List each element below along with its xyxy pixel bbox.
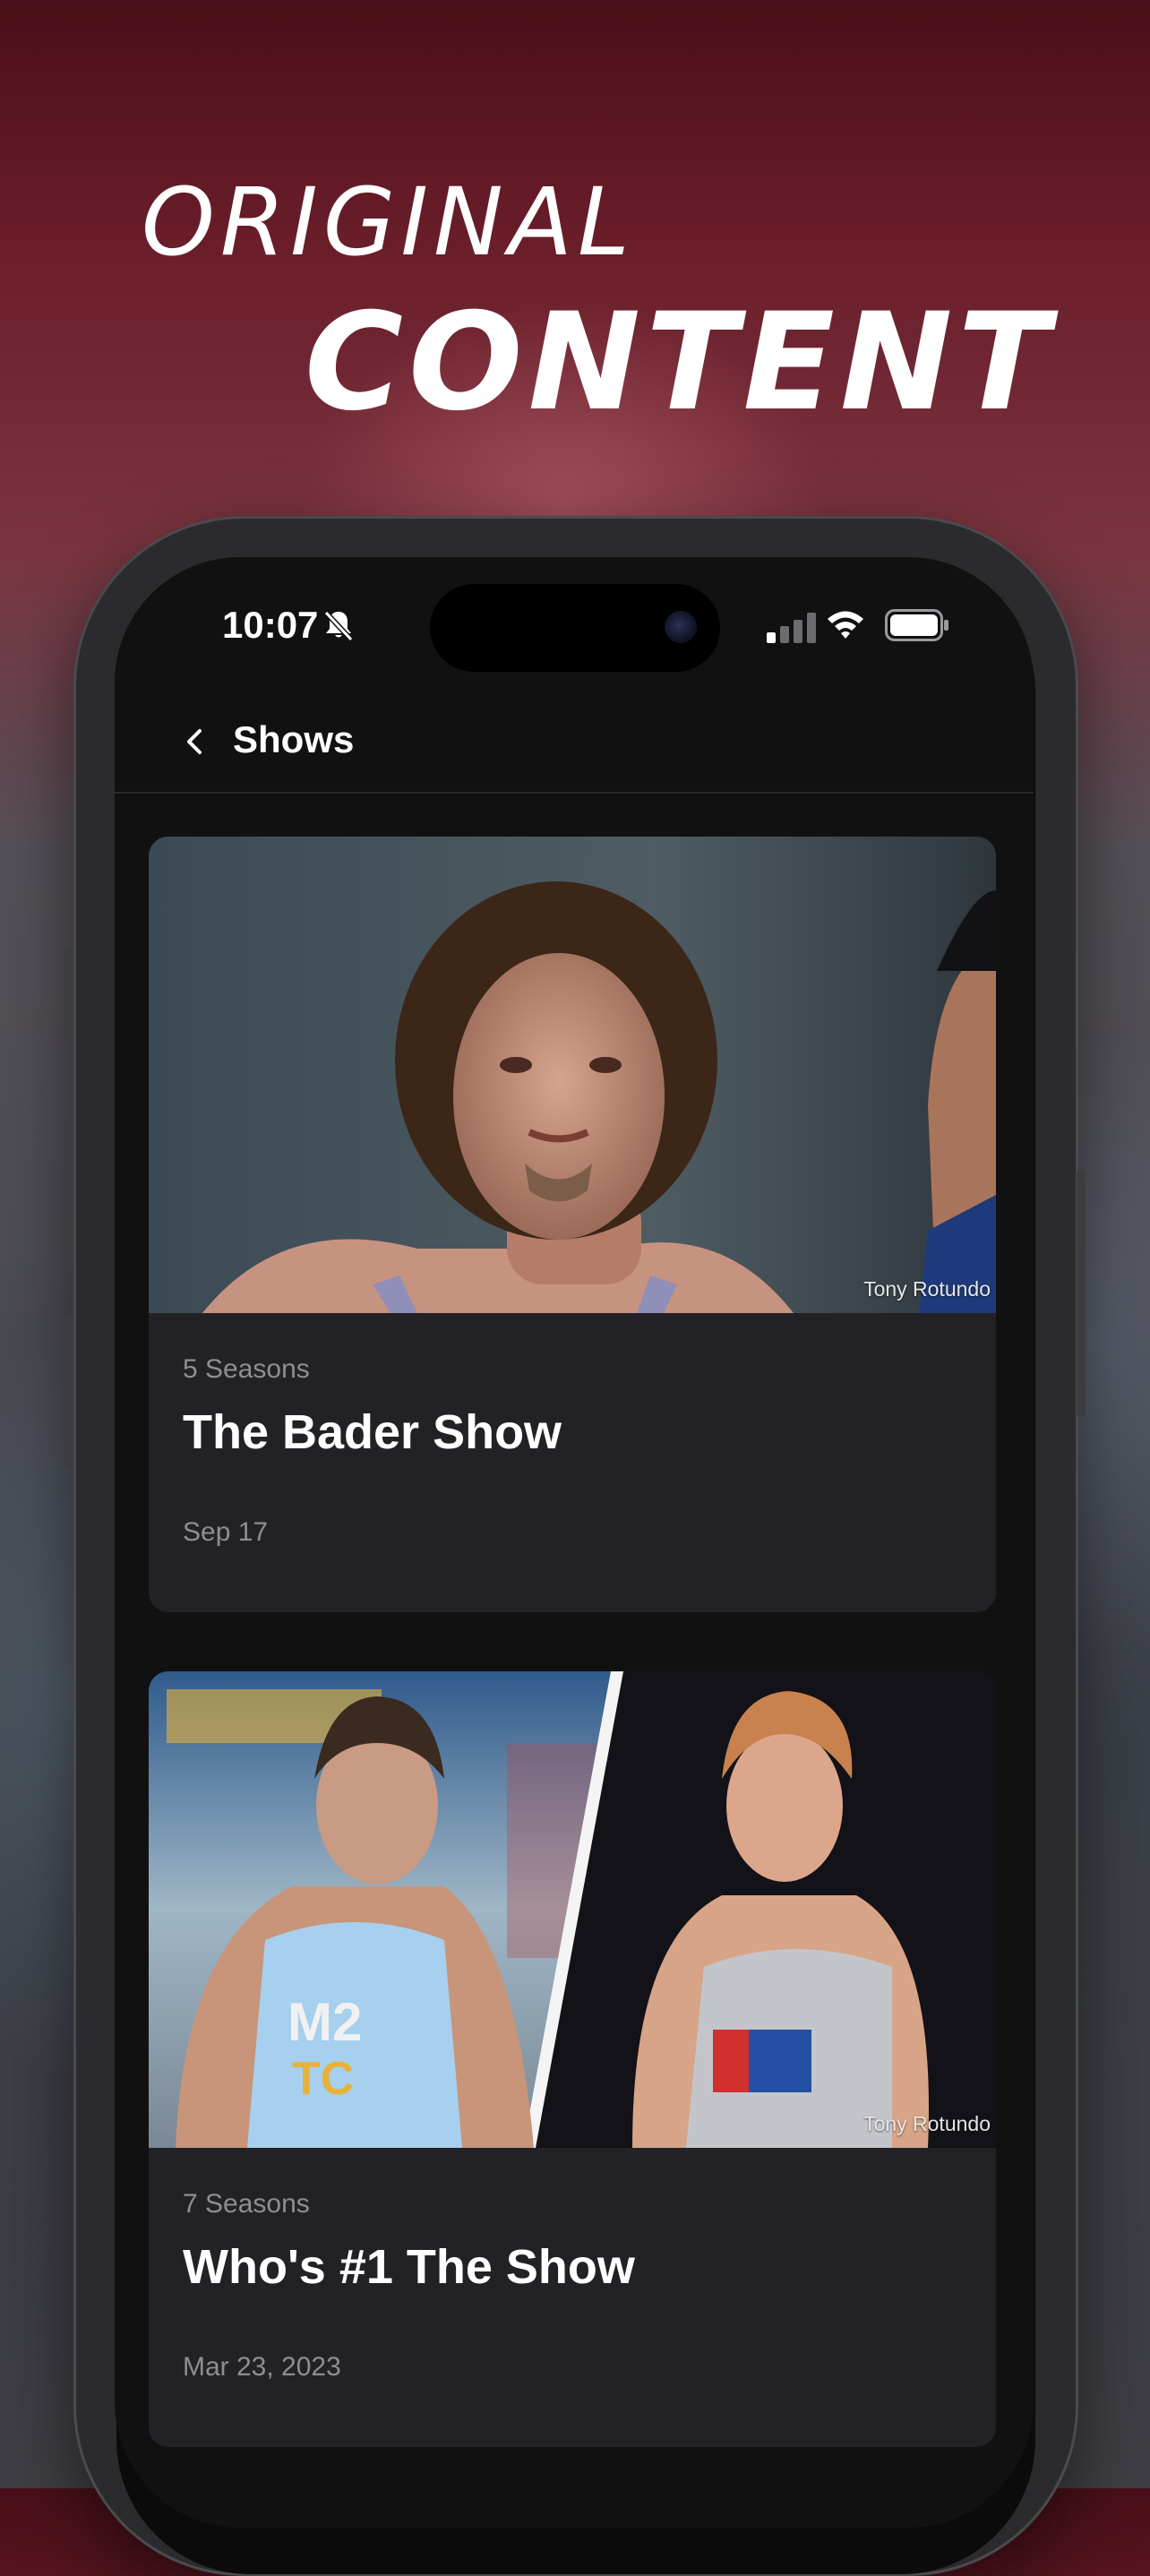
bell-slash-icon <box>323 610 354 642</box>
page-title: Shows <box>233 718 355 760</box>
camera-lens <box>665 611 697 643</box>
cellular-signal-icon <box>767 613 816 643</box>
show-date: Sep 17 <box>183 1517 269 1547</box>
promo-line-1: ORIGINAL <box>142 167 635 277</box>
phone-side-button-power <box>1077 1170 1086 1417</box>
battery-icon <box>885 609 948 641</box>
phone-side-button-volume-up <box>64 1116 73 1270</box>
show-thumbnail: M2 TC <box>149 1671 996 2148</box>
show-seasons: 7 Seasons <box>183 2189 310 2219</box>
show-title: The Bader Show <box>183 1405 562 1459</box>
phone-side-button-mute <box>64 948 73 1043</box>
wifi-icon <box>828 611 863 639</box>
status-bar: 10:07 <box>115 557 1034 691</box>
show-card[interactable]: Tony Rotundo 5 Seasons The Bader Show Se… <box>149 837 996 1612</box>
show-title: Who's #1 The Show <box>183 2240 635 2294</box>
show-card[interactable]: M2 TC Tony Rotundo 7 Seasons Who's #1 Th… <box>149 1671 996 2447</box>
phone-side-button-volume-down <box>64 1315 73 1469</box>
status-time: 10:07 <box>222 604 319 646</box>
photo-credit: Tony Rotundo <box>863 2112 991 2135</box>
svg-text:TC: TC <box>292 2053 354 2105</box>
show-seasons: 5 Seasons <box>183 1354 310 1384</box>
navigation-bar: Shows <box>115 691 1034 794</box>
chevron-left-icon[interactable] <box>168 715 222 769</box>
photo-credit: Tony Rotundo <box>863 1277 991 1301</box>
promo-headline: ORIGINAL CONTENT <box>0 0 1150 466</box>
show-thumbnail <box>149 837 996 1313</box>
dynamic-island <box>430 584 720 672</box>
promo-line-2: CONTENT <box>305 285 1055 441</box>
svg-text:M2: M2 <box>288 1992 362 2052</box>
show-date: Mar 23, 2023 <box>183 2352 341 2382</box>
app-screen: 10:07 Shows Tony Rotundo 5 Seasons The B… <box>115 557 1034 2528</box>
